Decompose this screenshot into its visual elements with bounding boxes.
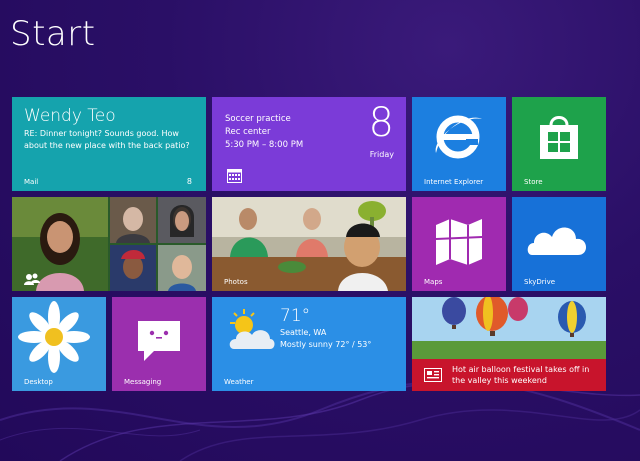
maps-icon: [435, 219, 483, 265]
desktop-tile[interactable]: Desktop: [12, 297, 106, 391]
maps-tile[interactable]: Maps: [412, 197, 506, 291]
calendar-icon: [227, 169, 242, 183]
desktop-daisy-image: [12, 297, 106, 391]
messaging-tile[interactable]: Messaging: [112, 297, 206, 391]
skydrive-tile[interactable]: SkyDrive: [512, 197, 606, 291]
mail-label: Mail: [24, 178, 39, 186]
messaging-label: Messaging: [124, 378, 162, 386]
photos-label: Photos: [224, 278, 248, 286]
photos-image: [212, 197, 406, 291]
skydrive-label: SkyDrive: [524, 278, 556, 286]
smiley-chat-icon: [138, 321, 180, 361]
news-tile[interactable]: Hot air balloon festival takes off in th…: [412, 297, 606, 391]
cloud-icon: [527, 227, 587, 255]
mail-sender: Wendy Teo: [24, 106, 116, 126]
mail-count-badge: 8: [186, 177, 192, 186]
event-time: 5:30 PM – 8:00 PM: [225, 140, 304, 150]
calendar-day: 8: [368, 100, 394, 146]
sun-cloud-icon: [229, 309, 275, 349]
people-photo-collage: [12, 197, 206, 291]
mail-preview: RE: Dinner tonight? Sounds good. How abo…: [24, 129, 190, 150]
news-caption-bar: Hot air balloon festival takes off in th…: [412, 359, 606, 391]
news-balloon-image: [412, 297, 606, 359]
photos-tile[interactable]: Photos: [212, 197, 406, 291]
weather-condition: Mostly sunny 72° / 53°: [280, 340, 372, 349]
people-icon: [24, 273, 40, 285]
store-tile[interactable]: Store: [512, 97, 606, 191]
news-headline: Hot air balloon festival takes off in th…: [452, 365, 590, 385]
calendar-weekday: Friday: [369, 150, 394, 159]
calendar-tile[interactable]: Soccer practice Rec center 5:30 PM – 8:0…: [212, 97, 406, 191]
ie-label: Internet Explorer: [424, 178, 484, 186]
event-title: Soccer practice: [225, 114, 291, 124]
page-title: Start: [10, 14, 96, 54]
weather-label: Weather: [224, 378, 254, 386]
calendar-event: Soccer practice Rec center 5:30 PM – 8:0…: [225, 113, 303, 152]
event-place: Rec center: [225, 127, 271, 137]
internet-explorer-tile[interactable]: Internet Explorer: [412, 97, 506, 191]
store-label: Store: [524, 178, 543, 186]
people-tile[interactable]: [12, 197, 206, 291]
mail-tile[interactable]: Wendy Teo RE: Dinner tonight? Sounds goo…: [12, 97, 206, 191]
store-bag-icon: [540, 116, 578, 159]
weather-tile[interactable]: 71° Seattle, WA Mostly sunny 72° / 53° W…: [212, 297, 406, 391]
maps-label: Maps: [424, 278, 443, 286]
weather-temperature: 71°: [280, 306, 311, 326]
news-icon: [424, 368, 442, 382]
ie-logo-icon: [435, 115, 482, 159]
desktop-label: Desktop: [24, 378, 53, 386]
weather-location: Seattle, WA: [280, 328, 327, 337]
